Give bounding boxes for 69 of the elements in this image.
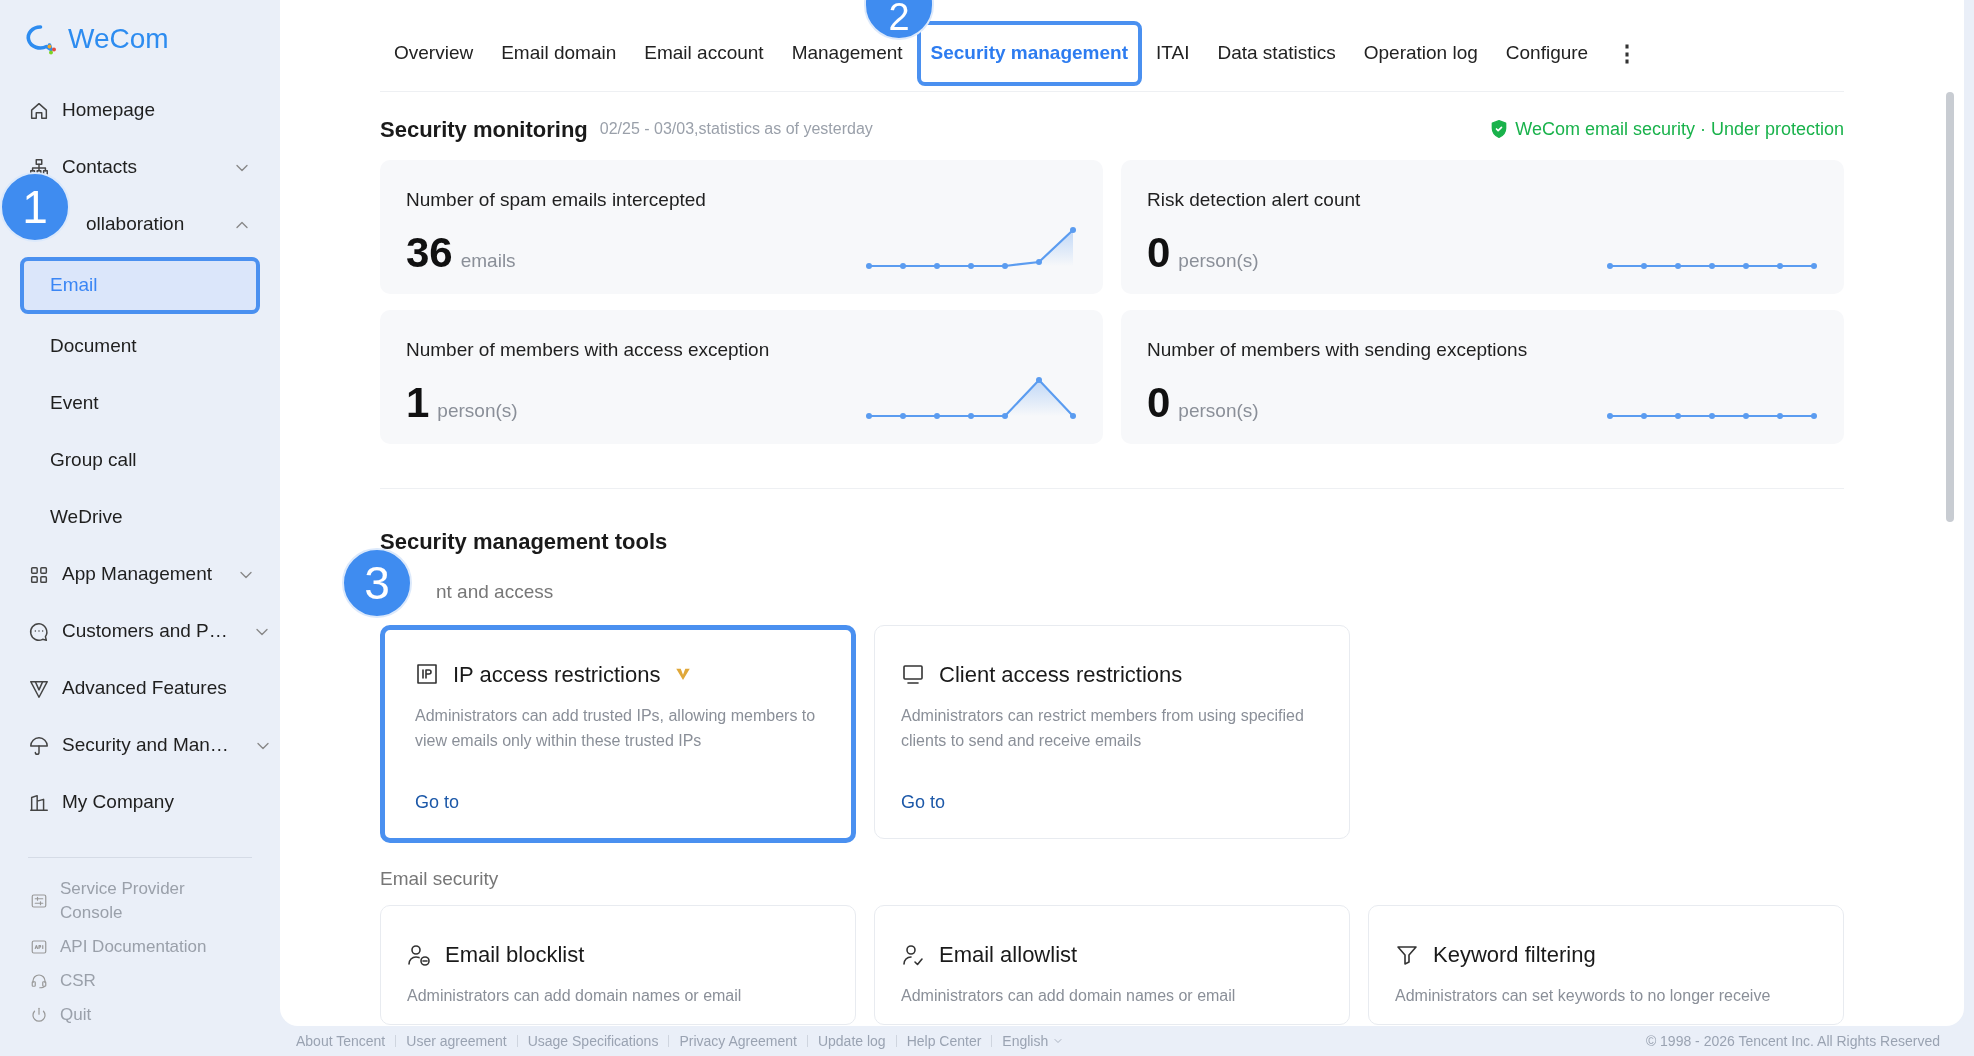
sidebar-subitem[interactable]: Group call — [20, 432, 260, 489]
stat-value: 1 — [406, 377, 430, 428]
ip-icon — [415, 662, 439, 686]
user-minus-icon — [407, 942, 431, 967]
go-to-link[interactable]: Go to — [415, 788, 460, 816]
card-title: Email blocklist — [445, 941, 585, 969]
stat-unit: person(s) — [1178, 248, 1259, 273]
date-range-text: 02/25 - 03/03,statistics as of yesterday — [599, 119, 873, 139]
tab[interactable]: Email domain — [501, 39, 617, 68]
copyright-text: © 1998 - 2026 Tencent Inc. All Rights Reserved — [1645, 1031, 1940, 1051]
sidebar-item[interactable]: ollaboration — [86, 210, 185, 239]
tab[interactable]: Management — [791, 39, 903, 68]
scrollbar-thumb[interactable] — [1946, 92, 1954, 522]
sidebar-item[interactable]: App Management — [62, 560, 212, 589]
tool-card[interactable]: Client access restrictions Administrators can restrict members from using specified clients to send and receive emails Go to — [874, 624, 1350, 839]
sidebar-subitem[interactable]: Event — [20, 375, 260, 432]
card-description: Administrators can add domain names or email — [407, 986, 743, 1006]
stat-value: 0 — [1147, 227, 1171, 278]
tool-card[interactable]: Email allowlist Administrators can add domain names or email — [874, 905, 1350, 1025]
go-to-link[interactable]: Go to — [901, 788, 946, 816]
tool-card[interactable]: Keyword filtering Administrators can set keywords to no longer receive — [1368, 905, 1844, 1025]
stat-value: 0 — [1147, 377, 1171, 428]
card-title: Keyword filtering — [1433, 941, 1596, 969]
logo-text: WeCom — [68, 22, 169, 56]
protection-status: WeCom email security · Under protection — [1515, 117, 1844, 141]
section-title: Security monitoring — [380, 115, 588, 144]
sidebar-item[interactable]: My Company — [62, 788, 174, 817]
tab[interactable]: ITAI — [1156, 39, 1190, 68]
more-menu-button[interactable]: ⋮ — [1616, 37, 1639, 70]
card-description: Administrators can add domain names or email — [901, 986, 1237, 1006]
step-number-badge: 1 — [0, 172, 70, 242]
api-icon — [30, 938, 48, 956]
tool-card[interactable]: Email blocklist Administrators can add domain names or email — [380, 905, 856, 1025]
card-title: IP access restrictions — [453, 660, 661, 689]
tab[interactable]: Security management — [916, 21, 1142, 86]
tab[interactable]: Email account — [644, 39, 764, 68]
chat-bubble-icon — [28, 620, 50, 643]
sidebar-item[interactable]: Customers and P… — [62, 617, 228, 646]
card-description: Administrators can add trusted IPs, allowing members to view emails only within these trusted IPs — [415, 705, 817, 751]
card-title: Email allowlist — [939, 941, 1078, 969]
tab[interactable]: Operation log — [1363, 39, 1478, 68]
power-icon — [30, 1006, 48, 1024]
card-description: Administrators can set keywords to no longer receive — [1395, 986, 1772, 1006]
tool-card[interactable]: IP access restrictions Administrators can add trusted IPs, allowing members to view emails only within these trusted IPs Go to — [380, 624, 856, 843]
sidebar-item[interactable]: Advanced Features — [62, 674, 227, 703]
sidebar-item[interactable]: Security and Man… — [62, 731, 229, 760]
stat-title: Risk detection alert count — [1147, 188, 1362, 212]
subsection-title: Email security — [380, 866, 499, 891]
user-check-icon — [901, 942, 925, 967]
stat-title: Number of spam emails intercepted — [406, 188, 707, 212]
sidebar-subitem[interactable]: WeDrive — [20, 489, 260, 546]
card-description: Administrators can restrict members from using specified clients to send and receive emails — [901, 705, 1305, 751]
sliders-icon — [30, 892, 48, 910]
stat-unit: person(s) — [1178, 398, 1259, 423]
monitor-icon — [901, 662, 925, 686]
tab[interactable]: Data statistics — [1217, 39, 1336, 68]
stat-unit: emails — [460, 248, 516, 273]
headset-icon — [30, 972, 48, 990]
umbrella-icon — [28, 734, 50, 757]
stat-title: Number of members with sending exceptions — [1147, 338, 1529, 362]
sidebar-subitem[interactable]: Document — [20, 318, 260, 375]
subsection-title: nt and access — [436, 580, 554, 604]
stat-value: 36 — [406, 227, 453, 278]
stat-title: Number of members with access exception — [406, 338, 771, 362]
tab[interactable]: Configure — [1505, 39, 1589, 68]
sidebar-item[interactable]: Homepage — [62, 96, 155, 125]
stat-unit: person(s) — [437, 398, 518, 423]
tab[interactable]: Overview — [394, 39, 474, 68]
card-title: Client access restrictions — [939, 660, 1183, 689]
